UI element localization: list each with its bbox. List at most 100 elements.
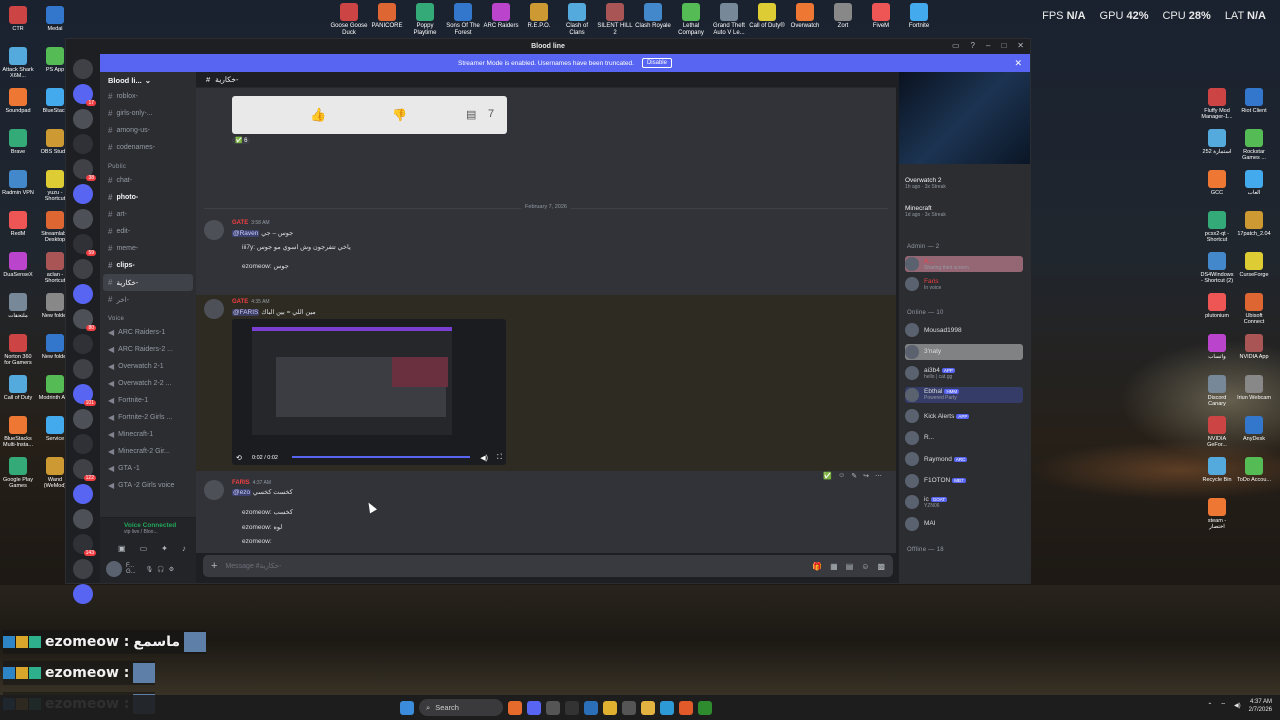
network-icon[interactable]: ⌔ bbox=[1220, 702, 1226, 710]
add-attachment-icon[interactable]: + bbox=[211, 560, 217, 572]
channel-item[interactable]: ◀ GTA -1 bbox=[100, 460, 196, 477]
voice-channel-name[interactable]: vip live / Bloo... bbox=[100, 529, 196, 535]
edge-icon[interactable] bbox=[660, 700, 674, 715]
channel-item[interactable]: # among-us- bbox=[100, 122, 196, 139]
launcher-app[interactable]: SILENT HILL 2 bbox=[596, 2, 634, 40]
desktop-icon[interactable]: 17patch_2.04 bbox=[1237, 211, 1271, 237]
member-item[interactable]: R... bbox=[905, 430, 1023, 446]
clock[interactable]: 4:37 AM 2/7/2026 bbox=[1249, 698, 1272, 714]
server-icon[interactable] bbox=[73, 334, 93, 354]
server-icon[interactable] bbox=[73, 109, 93, 129]
server-icon[interactable] bbox=[73, 284, 93, 304]
firefox-icon[interactable] bbox=[508, 700, 522, 715]
add-reaction-icon[interactable]: ☺ bbox=[838, 472, 845, 480]
forward-icon[interactable]: ↪ bbox=[863, 472, 869, 480]
reaction-check[interactable]: ✅ 6 bbox=[232, 137, 251, 144]
steam-icon[interactable] bbox=[622, 700, 636, 715]
desktop-icon[interactable]: Riot Client bbox=[1237, 88, 1271, 114]
fullscreen-icon[interactable]: ⛶ bbox=[497, 454, 502, 462]
launcher-app[interactable]: Lethal Company bbox=[672, 2, 710, 40]
launcher-app[interactable]: ARC Raiders bbox=[482, 2, 520, 40]
member-item[interactable]: ic GOAT YZN06 bbox=[905, 494, 1023, 510]
soundboard-icon[interactable]: ♪ bbox=[182, 544, 186, 553]
launcher-app[interactable]: Goose Goose Duck bbox=[330, 2, 368, 40]
desktop-icon[interactable]: NVIDIA GeFor... bbox=[1200, 416, 1234, 448]
headphones-icon[interactable]: 🎧 bbox=[157, 566, 164, 573]
message-input[interactable]: + Message #خكارية- 🎁 ▦ ▤ ☺ ▩ bbox=[203, 555, 893, 577]
member-item[interactable]: Mousad1998 bbox=[905, 322, 1023, 338]
channel-item[interactable]: # خكارية- bbox=[103, 274, 193, 291]
activity-card[interactable]: Minecraft 1d ago · 3x Streak bbox=[905, 205, 946, 218]
channel-item[interactable]: # codenames- bbox=[100, 139, 196, 156]
microphone-icon[interactable]: 🎙 bbox=[146, 566, 154, 573]
thumbs-down-icon[interactable]: 👎 bbox=[392, 108, 407, 122]
launcher-app[interactable]: Call of Duty® bbox=[748, 2, 786, 40]
chevron-up-icon[interactable]: ⌃ bbox=[1207, 702, 1212, 710]
server-icon[interactable] bbox=[73, 184, 93, 204]
emoji-icon[interactable]: ☺ bbox=[861, 562, 869, 571]
avatar[interactable] bbox=[204, 220, 224, 240]
channel-item[interactable]: # clips- bbox=[100, 257, 196, 274]
reply-preview[interactable]: @Raven جوس – جي bbox=[232, 229, 293, 237]
member-item[interactable]: MAI bbox=[905, 516, 1023, 532]
close-button[interactable]: ✕ bbox=[1017, 41, 1024, 50]
launcher-app[interactable]: FiveM bbox=[862, 2, 900, 40]
server-icon[interactable]: 101 bbox=[73, 384, 96, 406]
desktop-icon[interactable]: Rockstar Games ... bbox=[1237, 129, 1271, 161]
server-icon[interactable] bbox=[73, 209, 93, 229]
launcher-app[interactable]: Fortnite bbox=[900, 2, 938, 40]
member-item[interactable]: Faris In voice bbox=[905, 276, 1023, 292]
inbox-icon[interactable]: ▭ bbox=[952, 41, 960, 50]
activities-icon[interactable]: ✦ bbox=[161, 544, 168, 553]
more-icon[interactable]: ⋯ bbox=[875, 472, 882, 480]
server-icon[interactable]: 59 bbox=[73, 234, 96, 256]
desktop-icon[interactable]: Norton 360 for Gamers bbox=[1, 334, 35, 366]
channel-item[interactable]: # art- bbox=[100, 206, 196, 223]
desktop-icon[interactable]: AnyDesk bbox=[1237, 416, 1271, 442]
desktop-icon[interactable]: ToDo Accou... bbox=[1237, 457, 1271, 483]
launcher-app[interactable]: Clash Royale bbox=[634, 2, 672, 40]
play-icon[interactable]: ⟲ bbox=[236, 454, 242, 462]
channel-item[interactable]: ◀ Minecraft-2 Gir... bbox=[100, 443, 196, 460]
server-icon[interactable]: 122 bbox=[73, 459, 96, 481]
launcher-app[interactable]: Clash of Clans bbox=[558, 2, 596, 40]
desktop-icon[interactable]: steam - اختصار bbox=[1200, 498, 1234, 530]
member-item[interactable]: Raymond ARC bbox=[905, 451, 1023, 467]
minimize-button[interactable]: – bbox=[986, 41, 990, 50]
member-item[interactable]: 3'naty bbox=[905, 343, 1023, 360]
desktop-icon[interactable]: pcsx2-qt - Shortcut bbox=[1200, 211, 1234, 243]
server-icon[interactable] bbox=[73, 584, 93, 604]
explorer-icon[interactable] bbox=[641, 700, 655, 715]
help-icon[interactable]: ? bbox=[971, 41, 975, 50]
desktop-icon[interactable]: Fluffy Mod Manager-1... bbox=[1200, 88, 1234, 120]
calculator-icon[interactable] bbox=[546, 700, 560, 715]
channel-item[interactable]: ◀ Fortnite-1 bbox=[100, 392, 196, 409]
desktop-icon[interactable]: Iriun Webcam bbox=[1237, 375, 1271, 401]
channel-item[interactable]: ◀ Overwatch 2-1 bbox=[100, 358, 196, 375]
thumbs-up-icon[interactable]: 👍 bbox=[310, 107, 326, 123]
member-item[interactable]: Ebthal HMM Powered Party bbox=[905, 386, 1023, 403]
launcher-app[interactable]: Poppy Playtime bbox=[406, 2, 444, 40]
avatar[interactable] bbox=[106, 561, 122, 577]
member-item[interactable]: ai3b4 APP hello | cat.gg bbox=[905, 365, 1023, 381]
channel-item[interactable]: # photo- bbox=[100, 189, 196, 206]
volume-icon[interactable]: ◀) bbox=[480, 454, 488, 462]
desktop-icon[interactable]: Medal bbox=[38, 6, 72, 32]
avatar[interactable] bbox=[204, 299, 224, 319]
xbox-icon[interactable] bbox=[698, 700, 712, 715]
server-icon[interactable]: 80 bbox=[73, 309, 96, 331]
desktop-icon[interactable]: Attack Shark X6M... bbox=[1, 47, 35, 79]
camera-icon[interactable]: ▣ bbox=[118, 544, 126, 553]
launcher-app[interactable]: R.E.P.O. bbox=[520, 2, 558, 40]
search-input[interactable]: ⌕ Search bbox=[419, 699, 503, 716]
video-attachment[interactable]: 0:02 / 0:02 ⟲ ◀) ⛶ bbox=[232, 319, 506, 465]
channel-item[interactable]: ◀ Overwatch 2-2 ... bbox=[100, 375, 196, 392]
desktop-icon[interactable]: RedM bbox=[1, 211, 35, 237]
desktop-icon[interactable]: Radmin VPN bbox=[1, 170, 35, 196]
desktop-icon[interactable]: NVIDIA App bbox=[1237, 334, 1271, 360]
channel-item[interactable]: # edit- bbox=[100, 223, 196, 240]
store-icon[interactable] bbox=[584, 700, 598, 715]
edit-icon[interactable]: ✎ bbox=[851, 472, 857, 480]
member-item[interactable]: A... Sharing their screen bbox=[905, 256, 1023, 272]
react-check-icon[interactable]: ✅ bbox=[823, 472, 832, 480]
